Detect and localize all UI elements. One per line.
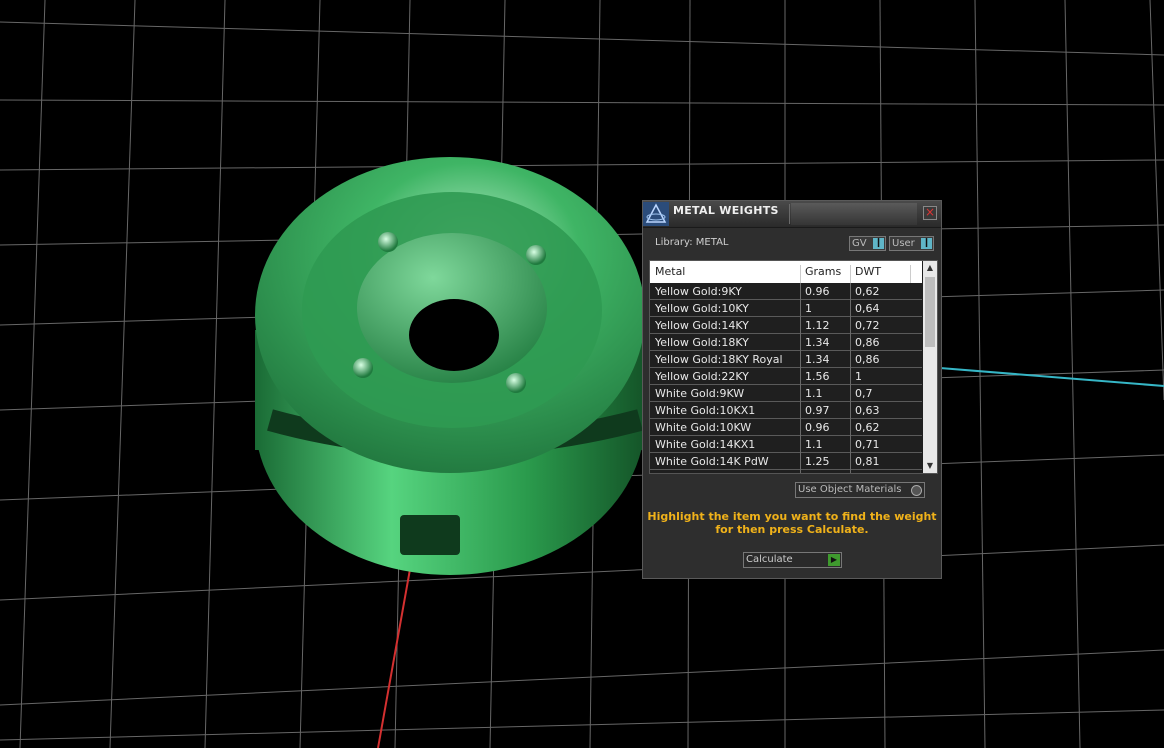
- panel-title: METAL WEIGHTS: [673, 204, 779, 217]
- close-button[interactable]: ×: [923, 206, 937, 220]
- table-row[interactable]: White Gold:9KW 1.1 0,7: [650, 385, 922, 402]
- table-row[interactable]: Yellow Gold:18KY 1.34 0,86: [650, 334, 922, 351]
- app-logo-icon: [643, 202, 669, 226]
- metal-cell: Yellow Gold:10KY: [655, 302, 749, 315]
- dwt-cell: 0,86: [855, 336, 880, 349]
- instruction-line-2: for then press Calculate.: [715, 523, 869, 536]
- dwt-cell: 0,86: [855, 353, 880, 366]
- dwt-cell: 0,62: [855, 421, 880, 434]
- table-row[interactable]: Yellow Gold:10KY 1 0,64: [650, 300, 922, 317]
- instruction-text: Highlight the item you want to find the …: [643, 510, 941, 536]
- metal-cell: Yellow Gold:22KY: [655, 370, 749, 383]
- column-header-grams[interactable]: Grams: [805, 265, 841, 278]
- metal-cell: White Gold:10KX1: [655, 404, 756, 417]
- metal-cell: Yellow Gold:18KY Royal: [655, 353, 783, 366]
- table-row[interactable]: White Gold:10KX1 0.97 0,63: [650, 402, 922, 419]
- table-row[interactable]: White Gold:10KW 0.96 0,62: [650, 419, 922, 436]
- scroll-down-icon[interactable]: ▼: [923, 459, 937, 473]
- gv-toggle[interactable]: GV ❙: [849, 236, 886, 251]
- library-label: Library: METAL: [655, 237, 729, 248]
- close-icon: ×: [924, 205, 936, 219]
- table-row[interactable]: White Gold:14KX1 1.1 0,71: [650, 436, 922, 453]
- table-row[interactable]: White Gold:14K PdW 1.25 0,81: [650, 453, 922, 470]
- dwt-cell: 0,81: [855, 455, 880, 468]
- column-header-dwt[interactable]: DWT: [855, 265, 881, 278]
- metal-cell: White Gold:14K PdW: [655, 455, 769, 468]
- use-object-materials-option[interactable]: Use Object Materials: [795, 482, 925, 498]
- toggle-indicator-icon: ❙: [921, 238, 932, 249]
- dwt-cell: 0,72: [855, 319, 880, 332]
- table-row-partial[interactable]: [650, 470, 922, 473]
- grams-cell: 1.34: [805, 336, 830, 349]
- grams-cell: 1.25: [805, 455, 830, 468]
- grams-cell: 1.56: [805, 370, 830, 383]
- metal-cell: White Gold:9KW: [655, 387, 745, 400]
- gv-toggle-label: GV: [852, 238, 867, 249]
- metal-weights-panel: METAL WEIGHTS × Library: METAL GV ❙ User…: [642, 200, 942, 579]
- grams-cell: 1: [805, 302, 812, 315]
- dwt-cell: 1: [855, 370, 862, 383]
- calculate-label: Calculate: [746, 554, 793, 565]
- grams-cell: 1.12: [805, 319, 830, 332]
- radio-icon: [911, 485, 922, 496]
- panel-titlebar[interactable]: METAL WEIGHTS ×: [643, 201, 941, 228]
- metal-cell: Yellow Gold:14KY: [655, 319, 749, 332]
- table-row[interactable]: Yellow Gold:18KY Royal 1.34 0,86: [650, 351, 922, 368]
- metal-cell: Yellow Gold:9KY: [655, 285, 742, 298]
- ring-model: [255, 157, 645, 575]
- grams-cell: 1.1: [805, 387, 823, 400]
- title-bar-fill: [791, 203, 917, 225]
- dwt-cell: 0,64: [855, 302, 880, 315]
- table-row[interactable]: Yellow Gold:9KY 0.96 0,62: [650, 283, 922, 300]
- dwt-cell: 0,62: [855, 285, 880, 298]
- grams-cell: 0.96: [805, 421, 830, 434]
- table-body: Yellow Gold:9KY 0.96 0,62 Yellow Gold:10KY…: [650, 283, 922, 473]
- metal-cell: White Gold:10KW: [655, 421, 752, 434]
- table-row[interactable]: Yellow Gold:14KY 1.12 0,72: [650, 317, 922, 334]
- dwt-cell: 0,7: [855, 387, 873, 400]
- grams-cell: 0.96: [805, 285, 830, 298]
- metal-cell: Yellow Gold:18KY: [655, 336, 749, 349]
- scroll-thumb[interactable]: [925, 277, 935, 347]
- grams-cell: 1.34: [805, 353, 830, 366]
- metal-table: Metal Grams DWT Yellow Gold:9KY 0.96 0,62 …: [649, 260, 938, 474]
- use-object-materials-label: Use Object Materials: [798, 484, 902, 495]
- grams-cell: 0.97: [805, 404, 830, 417]
- metal-cell: White Gold:14KX1: [655, 438, 756, 451]
- title-divider: [789, 204, 790, 224]
- calculate-button[interactable]: Calculate ▶: [743, 552, 842, 568]
- user-toggle-label: User: [892, 238, 915, 249]
- 3d-viewport[interactable]: [0, 0, 1164, 748]
- table-scrollbar[interactable]: ▲ ▼: [923, 261, 937, 473]
- dwt-cell: 0,71: [855, 438, 880, 451]
- table-header: Metal Grams DWT: [650, 261, 922, 287]
- instruction-line-1: Highlight the item you want to find the …: [647, 510, 937, 523]
- column-header-metal[interactable]: Metal: [655, 265, 685, 278]
- user-toggle[interactable]: User ❙: [889, 236, 934, 251]
- play-arrow-icon: ▶: [828, 554, 840, 566]
- dwt-cell: 0,63: [855, 404, 880, 417]
- grams-cell: 1.1: [805, 438, 823, 451]
- table-row[interactable]: Yellow Gold:22KY 1.56 1: [650, 368, 922, 385]
- toggle-indicator-icon: ❙: [873, 238, 884, 249]
- scroll-up-icon[interactable]: ▲: [923, 261, 937, 275]
